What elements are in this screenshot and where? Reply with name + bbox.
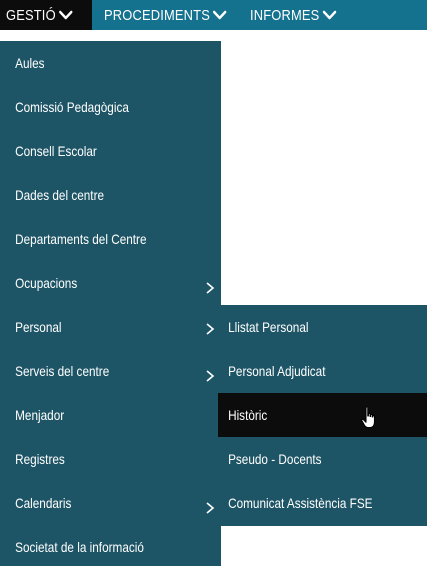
hand-pointer-icon [361, 406, 376, 429]
menu-item-societat-de-la-informacio[interactable]: Societat de la informació [0, 525, 221, 569]
chevron-down-icon [58, 10, 73, 20]
chevron-right-icon [206, 502, 215, 514]
submenu-item-historic[interactable]: Històric [218, 393, 427, 437]
top-nav-bar: GESTIÓ PROCEDIMENTS INFORMES [0, 0, 427, 30]
tab-informes[interactable]: INFORMES [250, 0, 337, 30]
menu-item-label: Registres [15, 451, 65, 467]
menu-item-label: Dades del centre [15, 187, 105, 203]
chevron-right-icon [206, 282, 215, 294]
submenu-item-label: Pseudo - Docents [228, 451, 322, 467]
menu-item-personal[interactable]: Personal [0, 305, 221, 349]
menu-item-aules[interactable]: Aules [0, 41, 221, 85]
menu-item-calendaris[interactable]: Calendaris [0, 481, 221, 525]
submenu-item-label: Personal Adjudicat [228, 363, 326, 379]
menu-item-label: Calendaris [15, 495, 72, 511]
menu-item-label: Personal [15, 319, 62, 335]
menu-item-departaments-del-centre[interactable]: Departaments del Centre [0, 217, 221, 261]
chevron-right-icon [206, 323, 215, 335]
menu-item-label: Ocupacions [15, 275, 78, 291]
submenu-item-label: Llistat Personal [228, 319, 309, 335]
tab-procediments[interactable]: PROCEDIMENTS [104, 0, 227, 30]
menu-item-label: Departaments del Centre [15, 231, 147, 247]
menu-item-registres[interactable]: Registres [0, 437, 221, 481]
chevron-down-icon [322, 10, 337, 20]
submenu-item-personal-adjudicat[interactable]: Personal Adjudicat [218, 349, 427, 393]
menu-item-comissio-pedagogica[interactable]: Comissió Pedagògica [0, 85, 221, 129]
menu-item-serveis-del-centre[interactable]: Serveis del centre [0, 349, 221, 393]
menu-item-label: Consell Escolar [15, 143, 97, 159]
personal-submenu: Llistat Personal Personal Adjudicat Hist… [218, 305, 427, 526]
menu-item-menjador[interactable]: Menjador [0, 393, 221, 437]
menu-item-label: Societat de la informació [15, 539, 144, 555]
menu-item-dades-del-centre[interactable]: Dades del centre [0, 173, 221, 217]
tab-informes-label: INFORMES [250, 6, 320, 24]
chevron-down-icon [213, 10, 227, 20]
tab-gestio-label: GESTIÓ [6, 6, 56, 24]
gestio-dropdown-menu: Aules Comissió Pedagògica Consell Escola… [0, 41, 221, 566]
submenu-item-pseudo-docents[interactable]: Pseudo - Docents [218, 437, 427, 481]
menu-item-label: Serveis del centre [15, 363, 110, 379]
tab-gestio[interactable]: GESTIÓ [6, 0, 73, 30]
tab-procediments-label: PROCEDIMENTS [104, 6, 210, 24]
chevron-right-icon [206, 370, 215, 382]
submenu-item-comunicat-assistencia-fse[interactable]: Comunicat Assistència FSE [218, 481, 427, 525]
submenu-item-label: Històric [228, 407, 268, 423]
submenu-item-label: Comunicat Assistència FSE [228, 495, 373, 511]
menu-item-label: Comissió Pedagògica [15, 99, 129, 115]
submenu-item-llistat-personal[interactable]: Llistat Personal [218, 305, 427, 349]
menu-item-label: Menjador [15, 407, 65, 423]
menu-item-ocupacions[interactable]: Ocupacions [0, 261, 221, 305]
menu-item-label: Aules [15, 55, 45, 71]
menu-item-consell-escolar[interactable]: Consell Escolar [0, 129, 221, 173]
